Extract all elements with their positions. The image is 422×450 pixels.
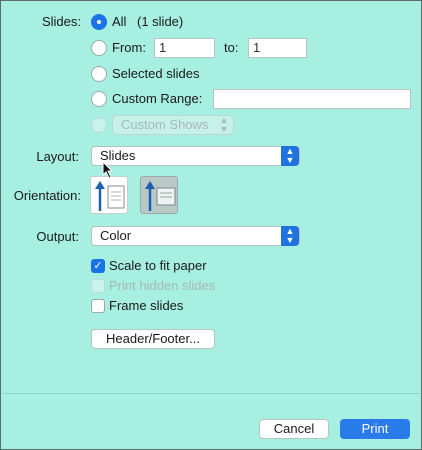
chevron-updown-icon: ▲ ▼ [281, 146, 299, 166]
landscape-orientation-button[interactable] [140, 176, 178, 214]
print-hidden-label: Print hidden slides [109, 278, 216, 293]
print-hidden-checkbox [91, 279, 105, 293]
all-count-label: (1 slide) [137, 14, 184, 29]
output-value: Color [100, 228, 132, 243]
to-label: to: [224, 40, 239, 55]
all-label: All [112, 14, 127, 29]
header-footer-button[interactable]: Header/Footer... [91, 329, 215, 349]
radio-selected-slides[interactable] [91, 66, 107, 82]
portrait-orientation-button[interactable] [90, 176, 128, 214]
footer-divider [2, 393, 420, 394]
custom-range-label: Custom Range: [112, 91, 203, 106]
from-field[interactable]: 1 [154, 38, 215, 58]
cancel-button[interactable]: Cancel [259, 419, 329, 439]
print-button[interactable]: Print [340, 419, 410, 439]
custom-shows-label: Custom Shows [121, 117, 209, 132]
output-label: Output: [36, 229, 79, 244]
to-field[interactable]: 1 [248, 38, 307, 58]
radio-custom-shows [91, 117, 107, 133]
frame-slides-checkbox[interactable] [91, 299, 105, 313]
layout-label: Layout: [36, 149, 79, 164]
frame-slides-label: Frame slides [109, 298, 184, 313]
custom-range-field[interactable] [213, 89, 411, 109]
from-label: From: [112, 40, 146, 55]
radio-custom-range[interactable] [91, 91, 107, 107]
radio-all[interactable] [91, 14, 107, 30]
output-popup[interactable]: Color ▲ ▼ [91, 226, 300, 246]
chevron-updown-icon: ▲ ▼ [219, 115, 229, 134]
selected-slides-label: Selected slides [112, 66, 200, 81]
mouse-cursor-icon [102, 161, 114, 179]
checkmark-icon: ✓ [93, 260, 103, 272]
layout-popup[interactable]: Slides ▲ ▼ [91, 146, 300, 166]
scale-to-fit-label: Scale to fit paper [109, 258, 207, 273]
radio-from[interactable] [91, 40, 107, 56]
slides-label: Slides: [41, 14, 81, 29]
orientation-label: Orientation: [13, 188, 81, 203]
portrait-orientation-icon [95, 181, 125, 211]
scale-to-fit-checkbox[interactable]: ✓ [91, 259, 105, 273]
custom-shows-popup: Custom Shows ▲ ▼ [112, 115, 234, 135]
landscape-orientation-icon [145, 181, 176, 211]
chevron-updown-icon: ▲ ▼ [281, 226, 299, 246]
print-dialog: Slides: All (1 slide) From: 1 to: 1 Sele… [0, 0, 422, 450]
